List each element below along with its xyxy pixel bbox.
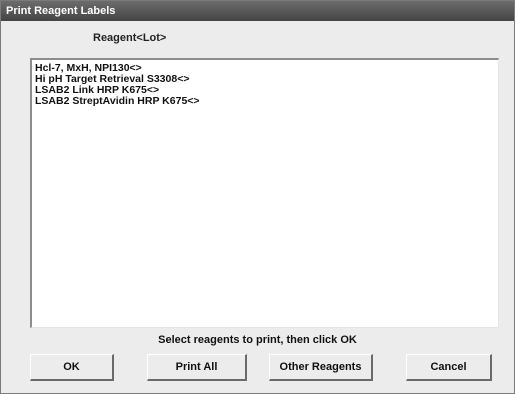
list-item[interactable]: LSAB2 StreptAvidin HRP K675<> bbox=[35, 96, 498, 107]
list-column-header: Reagent<Lot> bbox=[93, 32, 167, 44]
print-reagent-labels-dialog: Print Reagent Labels Reagent<Lot> Hcl-7,… bbox=[0, 0, 515, 394]
instruction-text: Select reagents to print, then click OK bbox=[158, 334, 357, 346]
cancel-button[interactable]: Cancel bbox=[406, 354, 492, 381]
reagent-listbox[interactable]: Hcl-7, MxH, NPI130<> Hi pH Target Retrie… bbox=[30, 58, 499, 328]
print-all-button[interactable]: Print All bbox=[147, 354, 247, 381]
other-reagents-button[interactable]: Other Reagents bbox=[269, 354, 373, 381]
ok-button[interactable]: OK bbox=[30, 354, 114, 381]
window-title: Print Reagent Labels bbox=[1, 1, 514, 21]
